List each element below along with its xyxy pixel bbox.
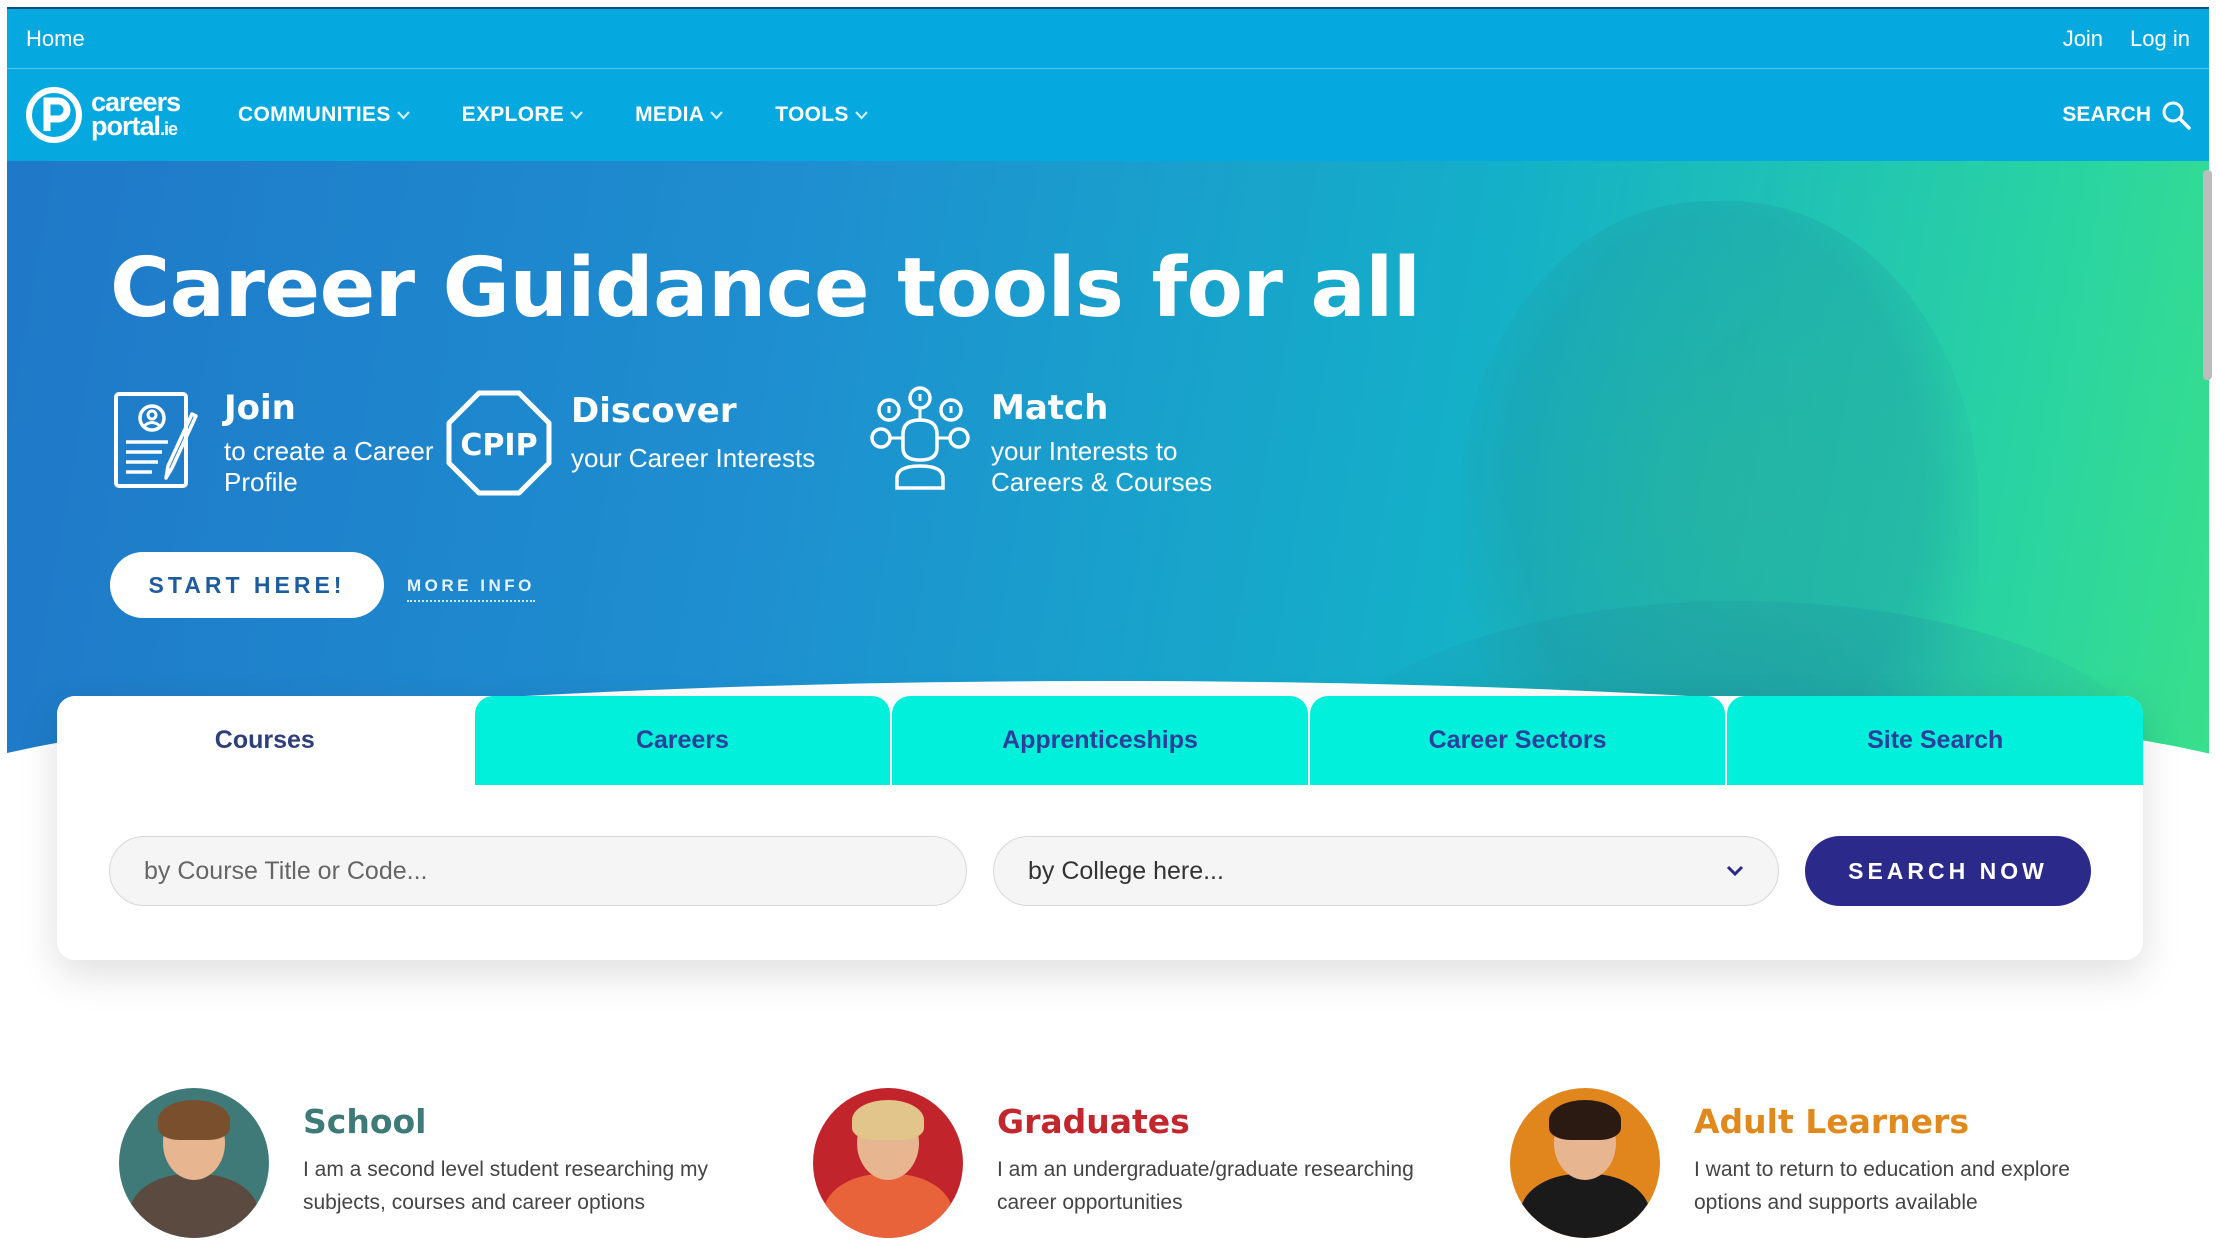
top-utility-bar: Home Join Log in <box>7 7 2209 69</box>
page-scrollbar[interactable] <box>2203 170 2212 380</box>
audience-description: I am an undergraduate/graduate researchi… <box>997 1158 1414 1214</box>
chevron-down-icon <box>710 110 724 120</box>
nav-tools[interactable]: TOOLS <box>775 103 868 127</box>
audience-school-text: School I am a second level student resea… <box>303 1088 723 1219</box>
photo-hair <box>852 1100 924 1140</box>
feature-discover[interactable]: CPIP Discover your Career Interests <box>445 389 831 497</box>
more-info-link[interactable]: MORE INFO <box>407 576 535 602</box>
feature-title: Match <box>991 388 1109 428</box>
audience-graduates-text: Graduates I am an undergraduate/graduate… <box>997 1088 1417 1219</box>
nav-menu: COMMUNITIES EXPLORE MEDIA TOOLS <box>238 103 868 127</box>
audience-adult-learners[interactable]: Adult Learners I want to return to educa… <box>1510 1088 2114 1238</box>
match-network-icon <box>870 386 970 490</box>
audience-title: Graduates <box>997 1102 1190 1141</box>
chevron-down-icon <box>1726 865 1744 877</box>
tab-site-search[interactable]: Site Search <box>1727 696 2143 785</box>
tab-courses[interactable]: Courses <box>57 696 473 785</box>
feature-match-text: Match your Interests to Careers & Course… <box>991 386 1231 498</box>
college-select-value: by College here... <box>1028 856 1224 885</box>
college-select[interactable]: by College here... <box>993 836 1779 906</box>
feature-discover-text: Discover your Career Interests <box>571 389 831 474</box>
graduate-student-photo <box>813 1088 963 1238</box>
logo-mark-icon <box>26 87 82 143</box>
audience-title: School <box>303 1102 427 1141</box>
audience-description: I want to return to education and explor… <box>1694 1158 2070 1214</box>
feature-join[interactable]: Join to create a Career Profile <box>110 386 444 498</box>
course-search-input[interactable] <box>109 836 967 906</box>
photo-hair <box>158 1100 230 1140</box>
home-link[interactable]: Home <box>26 26 85 52</box>
feature-title: Join <box>224 388 296 428</box>
login-link[interactable]: Log in <box>2130 26 2190 52</box>
tab-careers[interactable]: Careers <box>474 696 891 785</box>
search-icon <box>2162 101 2191 130</box>
search-row: by College here... SEARCH NOW <box>109 836 2091 906</box>
photo-body <box>129 1174 259 1238</box>
photo-hair <box>1549 1100 1621 1140</box>
start-here-button[interactable]: START HERE! <box>110 552 384 618</box>
audience-adult-text: Adult Learners I want to return to educa… <box>1694 1088 2114 1219</box>
logo-wordmark: careers portal.ie <box>91 86 181 141</box>
feature-subtitle: to create a Career Profile <box>224 436 434 497</box>
feature-match[interactable]: Match your Interests to Careers & Course… <box>867 386 1231 498</box>
chevron-down-icon <box>854 110 868 120</box>
tab-career-sectors[interactable]: Career Sectors <box>1309 696 1726 785</box>
search-card: Courses Careers Apprenticeships Career S… <box>57 696 2143 960</box>
photo-body <box>1520 1174 1650 1238</box>
chevron-down-icon <box>570 110 583 120</box>
chevron-down-icon <box>396 110 410 120</box>
nav-communities[interactable]: COMMUNITIES <box>238 103 410 127</box>
nav-media[interactable]: MEDIA <box>635 103 724 127</box>
feature-subtitle: your Career Interests <box>571 443 816 473</box>
audience-school[interactable]: School I am a second level student resea… <box>119 1088 723 1238</box>
join-link[interactable]: Join <box>2063 26 2103 52</box>
adult-learner-photo <box>1510 1088 1660 1238</box>
profile-form-icon <box>114 392 198 488</box>
feature-title: Discover <box>571 391 737 431</box>
feature-join-text: Join to create a Career Profile <box>224 386 444 498</box>
nav-explore[interactable]: EXPLORE <box>462 103 583 127</box>
school-student-photo <box>119 1088 269 1238</box>
main-navigation: careers portal.ie COMMUNITIES EXPLORE ME… <box>7 69 2209 161</box>
careersportal-logo[interactable]: careers portal.ie <box>25 83 205 147</box>
photo-body <box>823 1174 953 1238</box>
nav-search-button[interactable]: SEARCH <box>2062 100 2191 130</box>
tab-apprenticeships[interactable]: Apprenticeships <box>892 696 1308 785</box>
audience-graduates[interactable]: Graduates I am an undergraduate/graduate… <box>813 1088 1417 1238</box>
account-links: Join Log in <box>2063 26 2190 52</box>
cpip-badge-text: CPIP <box>460 428 537 463</box>
audience-title: Adult Learners <box>1694 1102 1969 1141</box>
hero-title: Career Guidance tools for all <box>110 241 1421 336</box>
audience-description: I am a second level student researching … <box>303 1158 709 1214</box>
search-now-button[interactable]: SEARCH NOW <box>1805 836 2091 906</box>
search-tabs: Courses Careers Apprenticeships Career S… <box>57 696 2143 785</box>
cpip-octagon-icon: CPIP <box>446 390 552 496</box>
feature-subtitle: your Interests to Careers & Courses <box>991 436 1213 497</box>
